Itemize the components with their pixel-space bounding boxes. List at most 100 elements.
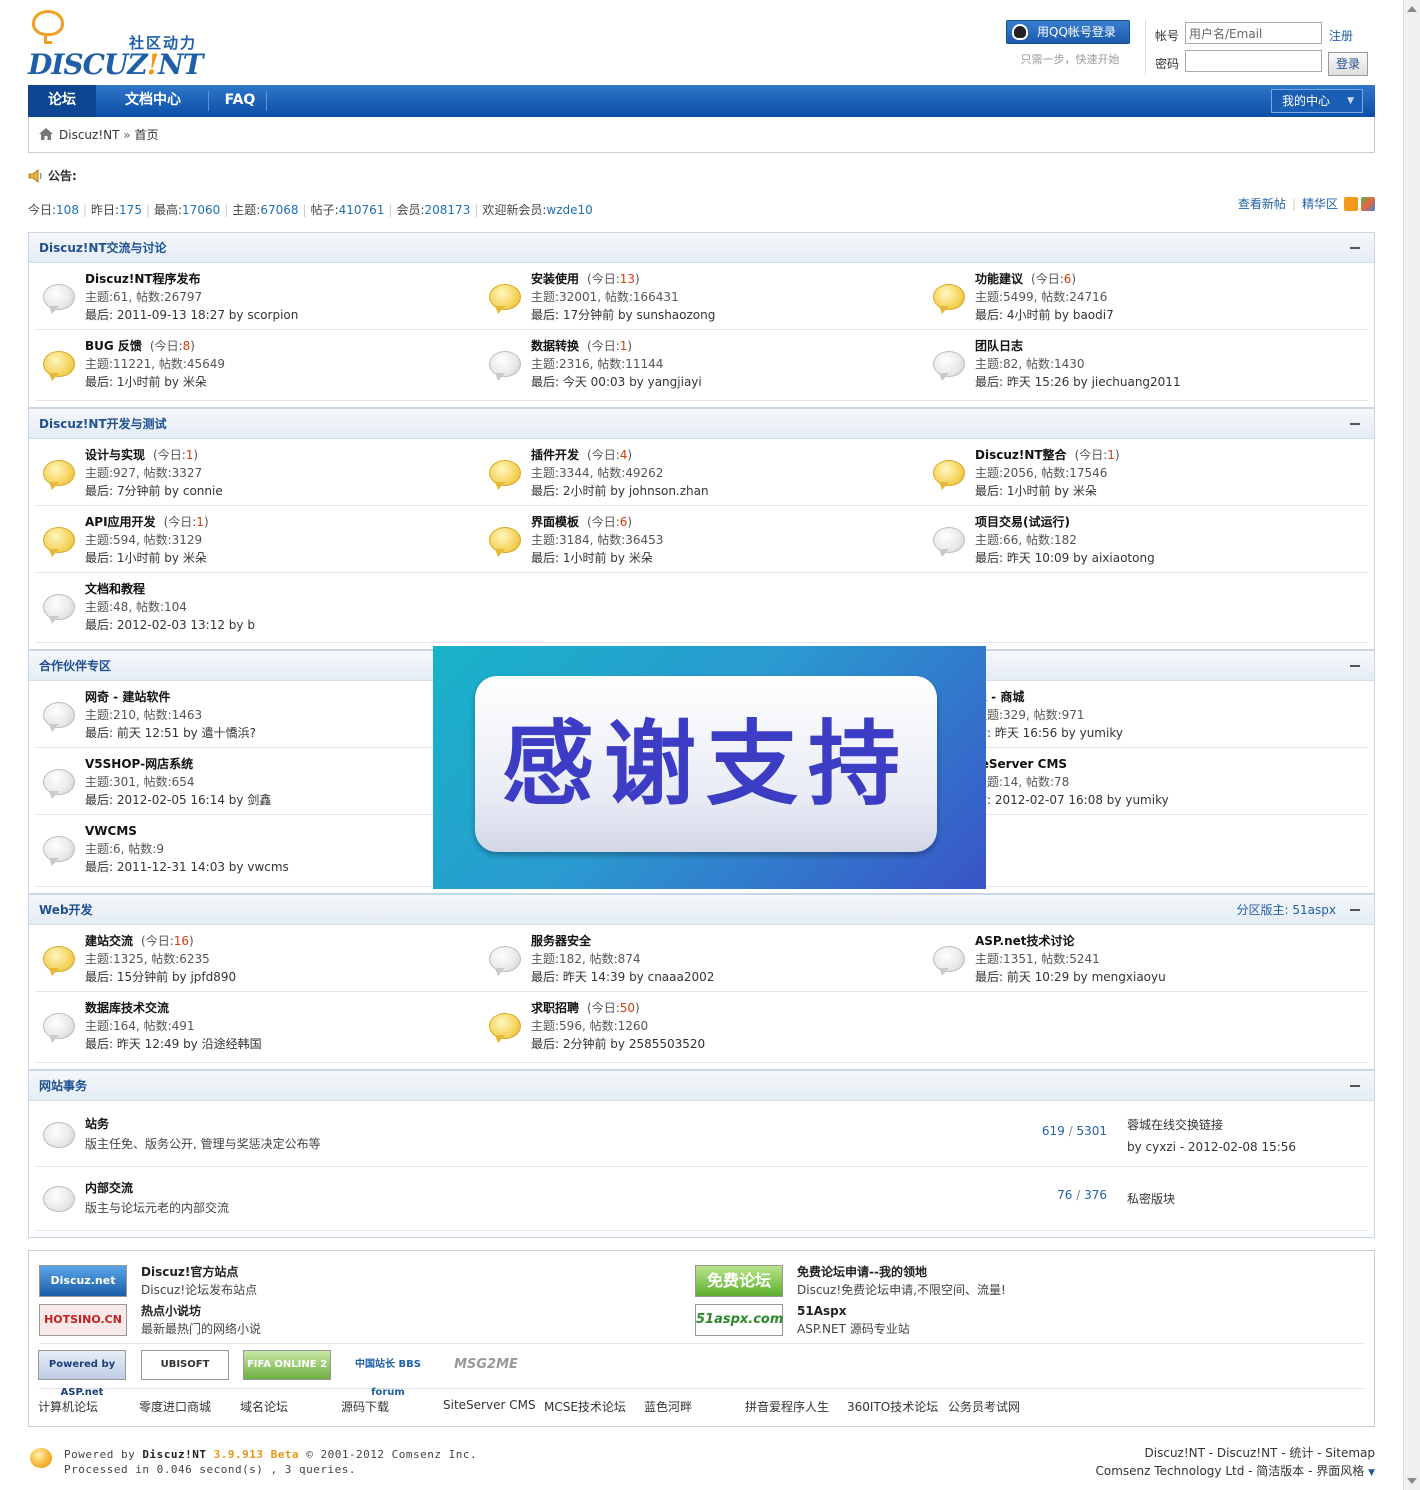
forum-name[interactable]: BUG 反馈: [85, 339, 142, 353]
forum-item[interactable]: 网奇 - 建站软件 主题:210, 帖数:1463 最后: 前天 12:51 by …: [29, 688, 469, 750]
badge-link[interactable]: FIFA ONLINE 2: [243, 1350, 331, 1380]
text-link[interactable]: 拼音爱程序人生: [745, 1398, 829, 1415]
chevron-down-icon[interactable]: ▼: [1368, 1468, 1375, 1478]
forum-name[interactable]: 界面模板: [531, 515, 579, 529]
forum-name[interactable]: 插件开发: [531, 448, 579, 462]
forum-name[interactable]: 项目交易(试运行): [975, 515, 1070, 529]
nav-item-docs[interactable]: 文档中心: [106, 85, 200, 117]
badge-link[interactable]: MSG2ME: [444, 1350, 528, 1380]
forum-item[interactable]: 设计与实现 (今日:1) 主题:927, 帖数:3327 最后: 7分钟前 by co…: [29, 446, 469, 508]
forum-item[interactable]: 界面模板 (今日:6) 主题:3184, 帖数:36453 最后: 1小时前 by 米…: [475, 513, 915, 575]
nav-item-faq[interactable]: FAQ: [210, 85, 270, 117]
collapse-icon[interactable]: [1350, 909, 1360, 911]
forum-last-post[interactable]: 最后: 前天 10:29 by mengxiaoyu: [975, 968, 1166, 986]
section-title[interactable]: Web开发: [39, 903, 93, 917]
text-link[interactable]: 零度进口商城: [139, 1398, 211, 1415]
forum-item[interactable]: 建站交流 (今日:16) 主题:1325, 帖数:6235 最后: 15分钟前 by …: [29, 932, 469, 994]
feed-icon[interactable]: [1361, 197, 1375, 211]
collapse-icon[interactable]: [1350, 1085, 1360, 1087]
section-header[interactable]: 网站事务: [29, 1070, 1374, 1101]
collapse-icon[interactable]: [1350, 665, 1360, 667]
forum-item[interactable]: Discuz!NT整合 (今日:1) 主题:2056, 帖数:17546 最后: 1小…: [919, 446, 1359, 508]
forum-name[interactable]: Discuz!NT程序发布: [85, 272, 201, 286]
forum-item[interactable]: API应用开发 (今日:1) 主题:594, 帖数:3129 最后: 1小时前 by …: [29, 513, 469, 575]
forum-name[interactable]: 安装使用: [531, 272, 579, 286]
scroll-up-icon[interactable]: [1407, 6, 1417, 12]
forum-last-post[interactable]: 最后: 2小时前 by johnson.zhan: [531, 482, 709, 500]
forum-last-post[interactable]: 最后: 昨天 10:09 by aixiaotong: [975, 549, 1155, 567]
view-new-posts-link[interactable]: 查看新帖: [1238, 197, 1286, 211]
forum-name[interactable]: 网奇 - 建站软件: [85, 690, 170, 704]
text-link[interactable]: SiteServer CMS: [443, 1398, 536, 1412]
section-moderator[interactable]: 分区版主: 51aspx: [1237, 895, 1336, 925]
forum-last-post[interactable]: 最后: 今天 00:03 by yangjiayi: [531, 373, 702, 391]
home-icon[interactable]: [39, 128, 53, 140]
collapse-icon[interactable]: [1350, 247, 1360, 249]
forum-last-post[interactable]: 后: 2012-02-07 16:08 by yumiky: [975, 791, 1169, 809]
forum-name[interactable]: 设计与实现: [85, 448, 145, 462]
scroll-down-icon[interactable]: [1407, 1478, 1417, 1484]
link-item[interactable]: 免费论坛 免费论坛申请--我的领地 Discuz!免费论坛申请,不限空间、流量!: [695, 1263, 1295, 1299]
forum-item[interactable]: Discuz!NT程序发布 主题:61, 帖数:26797 最后: 2011-09-…: [29, 270, 469, 332]
forum-last-post[interactable]: 最后: 1小时前 by 米朵: [531, 549, 663, 567]
forum-item[interactable]: 服务器安全 主题:182, 帖数:874 最后: 昨天 14:39 by cnaaa…: [475, 932, 915, 994]
text-link[interactable]: 360ITO技术论坛: [847, 1398, 938, 1415]
text-link[interactable]: 计算机论坛: [38, 1398, 98, 1415]
login-button[interactable]: 登录: [1328, 52, 1368, 76]
forum-item[interactable]: 数据转换 (今日:1) 主题:2316, 帖数:11144 最后: 今天 00:03 …: [475, 337, 915, 399]
collapse-icon[interactable]: [1350, 423, 1360, 425]
forum-name[interactable]: ASP.net技术讨论: [975, 934, 1075, 948]
forum-item[interactable]: BUG 反馈 (今日:8) 主题:11221, 帖数:45649 最后: 1小时前 b…: [29, 337, 469, 399]
forum-last-post[interactable]: 后: 昨天 16:56 by yumiky: [975, 724, 1123, 742]
forum-last-post[interactable]: 最后: 2分钟前 by 2585503520: [531, 1035, 705, 1053]
qq-login-button[interactable]: 用QQ帐号登录: [1006, 20, 1130, 44]
forum-name[interactable]: 服务器安全: [531, 934, 591, 948]
forum-item[interactable]: 数据库技术交流 主题:164, 帖数:491 最后: 昨天 12:49 by 沿途经…: [29, 999, 469, 1061]
forum-last-post[interactable]: 最后: 前天 12:51 by 遣十憍浜?: [85, 724, 256, 742]
forum-last-post[interactable]: 最后: 昨天 12:49 by 沿途经韩国: [85, 1035, 262, 1053]
forum-item[interactable]: 功能建议 (今日:6) 主题:5499, 帖数:24716 最后: 4小时前 by b…: [919, 270, 1359, 332]
last-post-title[interactable]: 蓉城在线交换链接: [1127, 1114, 1296, 1136]
rss-icon[interactable]: [1344, 197, 1358, 211]
link-item[interactable]: HOTSINO.CN 热点小说坊 最新最热门的网络小说: [39, 1302, 639, 1338]
text-link[interactable]: 公务员考试网: [948, 1398, 1020, 1415]
forum-item[interactable]: 文档和教程 主题:48, 帖数:104 最后: 2012-02-03 13:12 b…: [29, 580, 469, 642]
section-title[interactable]: Discuz!NT开发与测试: [39, 417, 167, 431]
password-input[interactable]: [1185, 50, 1322, 72]
forum-name[interactable]: API应用开发: [85, 515, 156, 529]
badge-link[interactable]: UBISOFT: [141, 1350, 229, 1380]
forum-name[interactable]: 求职招聘: [531, 1001, 579, 1015]
section-title[interactable]: Discuz!NT交流与讨论: [39, 241, 167, 255]
forum-last-post[interactable]: 最后: 4小时前 by baodi7: [975, 306, 1114, 324]
register-link[interactable]: 注册: [1329, 27, 1353, 44]
forum-item[interactable]: 项目交易(试运行) 主题:66, 帖数:182 最后: 昨天 10:09 by ai…: [919, 513, 1359, 575]
footer-links-2[interactable]: Comsenz Technology Ltd - 简洁版本 - 界面风格: [1096, 1464, 1365, 1478]
forum-item[interactable]: 求职招聘 (今日:50) 主题:596, 帖数:1260 最后: 2分钟前 by 25…: [475, 999, 915, 1061]
text-link[interactable]: 源码下载: [341, 1398, 389, 1415]
footer-links[interactable]: Discuz!NT - Discuz!NT - 统计 - Sitemap: [1096, 1444, 1375, 1462]
link-item[interactable]: Discuz.net Discuz!官方站点 Discuz!论坛发布站点: [39, 1263, 639, 1299]
forum-last-post[interactable]: 最后: 15分钟前 by jpfd890: [85, 968, 236, 986]
forum-last-post[interactable]: 最后: 1小时前 by 米朵: [85, 549, 209, 567]
forum-row[interactable]: 站务 版主任免、版务公开, 管理与奖惩决定公布等 619 / 5301 蓉城在线交换链…: [29, 1104, 1374, 1166]
forum-name[interactable]: teServer CMS: [975, 757, 1067, 771]
forum-last-post[interactable]: 最后: 17分钟前 by sunshaozong: [531, 306, 715, 324]
text-link[interactable]: MCSE技术论坛: [544, 1398, 626, 1415]
forum-item[interactable]: 安装使用 (今日:13) 主题:32001, 帖数:166431 最后: 17分钟前 …: [475, 270, 915, 332]
forum-last-post[interactable]: 最后: 7分钟前 by connie: [85, 482, 223, 500]
section-header[interactable]: Discuz!NT开发与测试: [29, 408, 1374, 439]
forum-last-post[interactable]: 最后: 昨天 15:26 by jiechuang2011: [975, 373, 1181, 391]
forum-last-post[interactable]: 最后: 昨天 14:39 by cnaaa2002: [531, 968, 714, 986]
forum-item[interactable]: ASP.net技术讨论 主题:1351, 帖数:5241 最后: 前天 10:29 …: [919, 932, 1359, 994]
forum-name[interactable]: 内部交流: [85, 1178, 229, 1198]
forum-name[interactable]: 数据库技术交流: [85, 1001, 169, 1015]
forum-last-post[interactable]: 最后: 2011-12-31 14:03 by vwcms: [85, 858, 289, 876]
forum-item[interactable]: VWCMS 主题:6, 帖数:9 最后: 2011-12-31 14:03 by v…: [29, 822, 469, 884]
my-center-dropdown[interactable]: 我的中心 ▼: [1271, 89, 1363, 113]
badge-link[interactable]: 中国站长 BBS forum: [344, 1350, 432, 1398]
forum-name[interactable]: 团队日志: [975, 339, 1023, 353]
badge-link[interactable]: Powered by ASP.net: [38, 1350, 126, 1398]
forum-last-post[interactable]: 最后: 2011-09-13 18:27 by scorpion: [85, 306, 298, 324]
forum-last-post[interactable]: 最后: 1小时前 by 米朵: [975, 482, 1120, 500]
forum-item[interactable]: 团队日志 主题:82, 帖数:1430 最后: 昨天 15:26 by jiechu…: [919, 337, 1359, 399]
